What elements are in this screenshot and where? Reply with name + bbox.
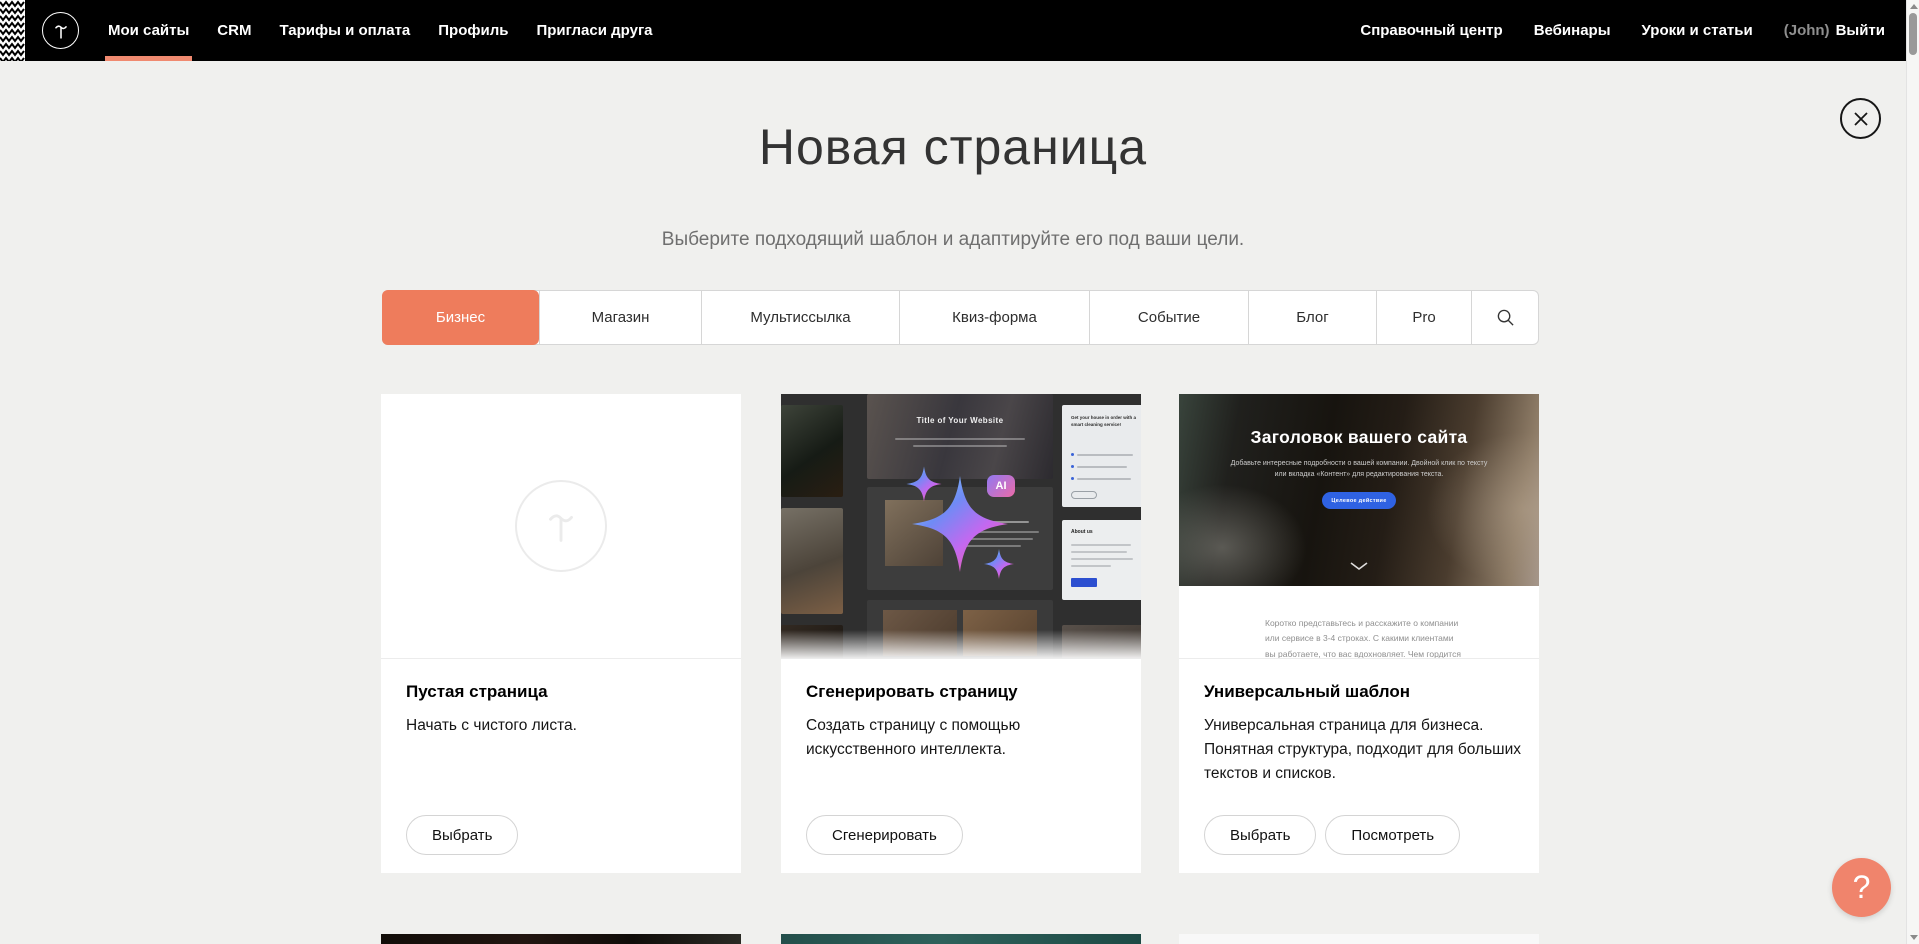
collage-hero-title: Title of Your Website: [867, 416, 1053, 425]
collage-blue-button: [1071, 578, 1097, 587]
ai-generate-preview[interactable]: Title of Your Website Get your house in …: [781, 394, 1141, 659]
logout-link[interactable]: Выйти: [1836, 22, 1885, 39]
tilda-logo[interactable]: [42, 12, 79, 49]
collage-about-tile: About us: [1062, 520, 1141, 600]
website-collage: Title of Your Website Get your house in …: [781, 394, 1141, 658]
chevron-down-icon: [1349, 558, 1369, 576]
preview-hero-caption: Добавьте интересные подробности о вашей …: [1229, 458, 1489, 480]
card-title: Сгенерировать страницу: [806, 682, 1018, 702]
nav-lessons[interactable]: Уроки и статьи: [1642, 0, 1753, 61]
collage-bottom-fade: [781, 630, 1141, 658]
nav-webinars[interactable]: Вебинары: [1534, 0, 1611, 61]
secondary-nav: Справочный центр Вебинары Уроки и статьи…: [1360, 0, 1885, 61]
tab-quiz-form[interactable]: Квиз-форма: [899, 291, 1089, 344]
preview-body-text: Коротко представьтесь и расскажите о ком…: [1265, 616, 1465, 659]
nav-pricing[interactable]: Тарифы и оплата: [279, 0, 410, 61]
template-card-partial[interactable]: [1179, 934, 1539, 944]
template-card-universal: Заголовок вашего сайта Добавьте интересн…: [1179, 394, 1539, 873]
tab-pro[interactable]: Pro: [1376, 291, 1471, 344]
template-category-tabs: Бизнес Магазин Мультиссылка Квиз-форма С…: [382, 290, 1539, 345]
tab-blog[interactable]: Блог: [1248, 291, 1376, 344]
view-button[interactable]: Посмотреть: [1325, 815, 1460, 855]
page-title: Новая страница: [0, 118, 1906, 176]
generate-button[interactable]: Сгенерировать: [806, 815, 963, 855]
nav-my-sites[interactable]: Мои сайты: [108, 0, 189, 61]
scrollbar-up-arrow-icon[interactable]: [1910, 4, 1918, 9]
user-name: (John): [1784, 22, 1830, 39]
new-page-dialog: Мои сайты CRM Тарифы и оплата Профиль Пр…: [0, 0, 1919, 944]
nav-my-sites-label: Мои сайты: [108, 22, 189, 39]
preview-cta-button: Целевое действие: [1322, 492, 1396, 509]
scrollbar-down-arrow-icon[interactable]: [1910, 935, 1918, 940]
nav-crm[interactable]: CRM: [217, 0, 251, 61]
top-navigation-bar: Мои сайты CRM Тарифы и оплата Профиль Пр…: [0, 0, 1906, 61]
nav-profile[interactable]: Профиль: [438, 0, 508, 61]
page-subtitle: Выберите подходящий шаблон и адаптируйте…: [0, 229, 1906, 251]
choose-button[interactable]: Выбрать: [1204, 815, 1316, 855]
card-title: Пустая страница: [406, 682, 548, 702]
collage-hero-tile: Title of Your Website: [867, 394, 1053, 479]
choose-button[interactable]: Выбрать: [406, 815, 518, 855]
primary-nav: Мои сайты CRM Тарифы и оплата Профиль Пр…: [108, 0, 653, 61]
tab-business[interactable]: Бизнес: [382, 290, 539, 345]
preview-hero-title: Заголовок вашего сайта: [1179, 427, 1539, 448]
tab-multilink[interactable]: Мультиссылка: [701, 291, 899, 344]
collage-text-tile: Get your house in order with a smart cle…: [1062, 405, 1141, 507]
card-description: Универсальная страница для бизнеса. Поня…: [1204, 714, 1526, 786]
preview-hero-section: Заголовок вашего сайта Добавьте интересн…: [1179, 394, 1539, 586]
tab-search[interactable]: [1471, 291, 1538, 344]
card-description: Начать с чистого листа.: [406, 714, 721, 738]
vertical-scrollbar[interactable]: [1906, 0, 1919, 944]
template-card-partial[interactable]: [781, 934, 1141, 944]
scrollbar-thumb[interactable]: [1909, 13, 1917, 55]
help-button[interactable]: ?: [1832, 858, 1891, 917]
blank-page-preview[interactable]: [381, 394, 741, 659]
tab-store[interactable]: Магазин: [539, 291, 701, 344]
tilda-watermark-icon: [515, 480, 607, 572]
question-mark-icon: ?: [1853, 869, 1871, 906]
collage-photo-tile: [781, 508, 843, 614]
user-logout-group: (John) Выйти: [1784, 0, 1885, 61]
nav-help-center[interactable]: Справочный центр: [1360, 0, 1502, 61]
search-icon: [1496, 308, 1515, 327]
universal-template-preview[interactable]: Заголовок вашего сайта Добавьте интересн…: [1179, 394, 1539, 659]
card-description: Создать страницу с помощью искусственног…: [806, 714, 1076, 762]
collage-feature-tile: [867, 487, 1053, 590]
template-card-ai-generate: Title of Your Website Get your house in …: [781, 394, 1141, 873]
ai-badge: AI: [987, 475, 1015, 497]
tab-event[interactable]: Событие: [1089, 291, 1248, 344]
tilda-logo-icon: [50, 20, 72, 42]
template-card-blank-page: Пустая страница Начать с чистого листа. …: [381, 394, 741, 873]
active-nav-underline: [105, 56, 192, 61]
card-title: Универсальный шаблон: [1204, 682, 1410, 702]
nav-invite-friend[interactable]: Пригласи друга: [536, 0, 652, 61]
collage-photo-tile: [781, 405, 843, 497]
zigzag-pattern-icon: [0, 0, 25, 61]
template-card-partial[interactable]: [381, 934, 741, 944]
